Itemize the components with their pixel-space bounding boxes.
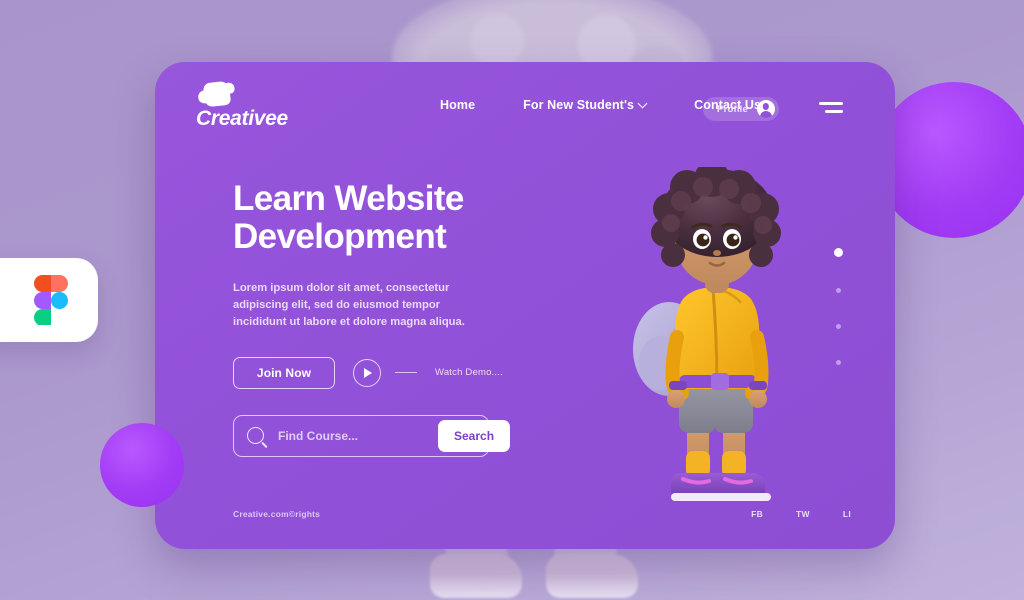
nav-link-for-new-students-label: For New Student's: [523, 98, 635, 112]
cloud-blob-logo-icon: [202, 80, 232, 108]
carousel-dot-3[interactable]: [836, 324, 841, 329]
hero-section: Learn Website Development Lorem ipsum do…: [233, 180, 563, 457]
hero-title-line-1: Learn Website: [233, 179, 464, 218]
social-link-facebook[interactable]: FB: [751, 509, 763, 519]
social-link-twitter[interactable]: TW: [796, 509, 810, 519]
background-shoe-left: [430, 554, 522, 598]
hero-paragraph: Lorem ipsum dolor sit amet, consectetur …: [233, 281, 465, 328]
watch-demo-dash: [395, 371, 417, 374]
hero-title-line-2: Development: [233, 216, 447, 256]
nav-link-for-new-students[interactable]: For New Student's: [523, 98, 648, 112]
watch-demo-play-button[interactable]: [353, 358, 381, 387]
magnifier-icon: [247, 427, 264, 445]
nav-link-home[interactable]: Home: [440, 98, 475, 112]
watch-demo-label[interactable]: Watch Demo....: [435, 367, 503, 378]
carousel-dot-4[interactable]: [836, 360, 841, 365]
page-root: Creativee Home For New Student's Contact…: [0, 0, 1024, 600]
join-now-button[interactable]: Join Now: [233, 356, 335, 389]
search-button[interactable]: Search: [438, 419, 511, 452]
profile-button-label: Profile: [717, 103, 748, 115]
character-jacket: [665, 287, 769, 408]
nav-link-home-label: Home: [440, 98, 476, 112]
decor-circle-bottom-left: [100, 423, 184, 507]
decor-circle-top-right: [876, 82, 1024, 238]
chevron-down-icon: [637, 98, 648, 108]
carousel-dots: [834, 248, 843, 365]
carousel-dot-1[interactable]: [834, 248, 843, 257]
hero-card: Creativee Home For New Student's Contact…: [155, 62, 895, 549]
carousel-dot-2[interactable]: [836, 288, 841, 293]
figma-logo-svg: [34, 275, 68, 326]
hamburger-bar-1: [819, 102, 843, 105]
footer-social-links: FB TW LI: [751, 509, 851, 519]
profile-button[interactable]: Profile: [703, 97, 779, 121]
play-triangle-icon: [364, 367, 372, 378]
brand-logo[interactable]: Creativee: [196, 80, 316, 131]
figma-badge[interactable]: [0, 258, 98, 342]
navbar: Creativee Home For New Student's Contact…: [155, 62, 895, 154]
character-svg: [633, 161, 781, 501]
search-input[interactable]: [278, 428, 438, 443]
student-boy-3d-illustration: [617, 161, 817, 537]
hamburger-bar-2: [825, 110, 843, 113]
hero-title: Learn Website Development: [233, 180, 563, 256]
hamburger-menu-icon[interactable]: [819, 102, 843, 116]
footer-copyright: Creative.com©rights: [233, 509, 321, 519]
character-shoes: [670, 473, 771, 501]
social-link-linkedin[interactable]: LI: [843, 509, 851, 519]
background-shoe-right: [546, 554, 638, 598]
cta-row: Join Now Watch Demo....: [233, 356, 563, 389]
user-avatar-icon: [757, 100, 775, 118]
brand-name: Creativee: [196, 107, 288, 130]
character-head: [651, 161, 781, 293]
course-search-bar: Search: [233, 414, 511, 457]
figma-logo-icon: [34, 275, 68, 326]
